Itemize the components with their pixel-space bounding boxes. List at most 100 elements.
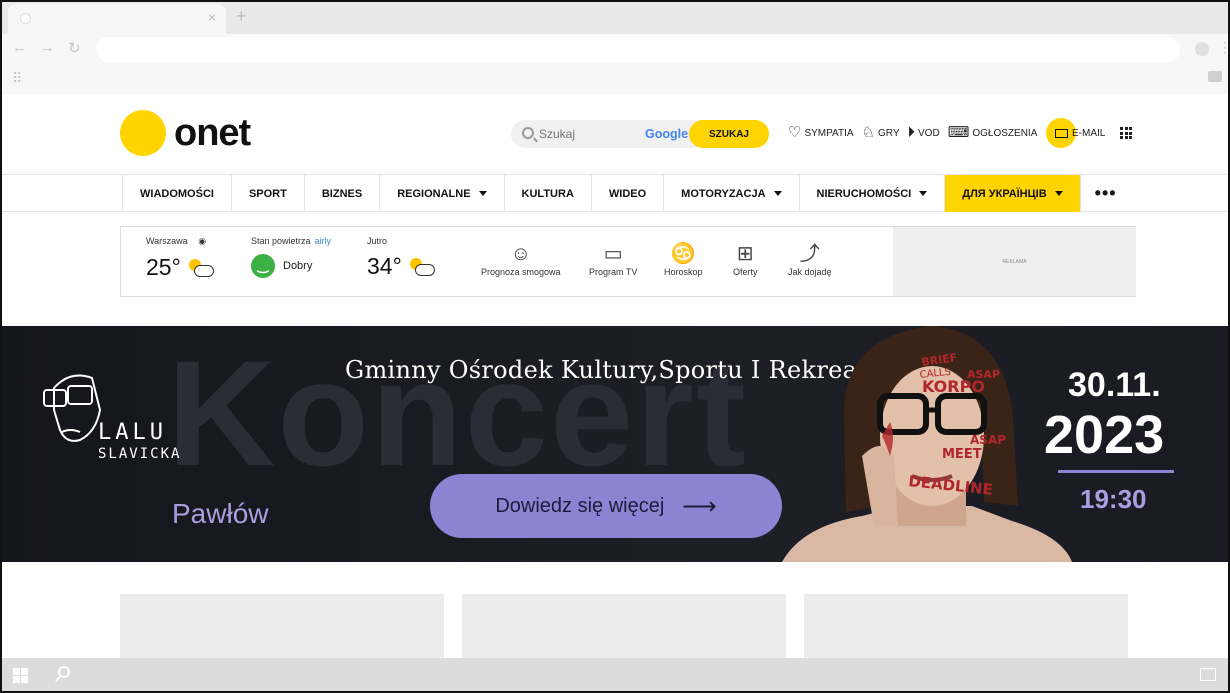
temp-tomorrow: 34° [367, 253, 402, 279]
face-word: MEET [942, 447, 982, 462]
tool-oferty[interactable]: ⊞ Oferty [733, 241, 758, 277]
search-button[interactable]: SZUKAJ [689, 120, 769, 148]
link-ogloszenia[interactable]: ⌨ OGŁOSZENIA [947, 124, 1038, 141]
email-link[interactable]: E-MAIL [1046, 118, 1105, 148]
tool-horoskop[interactable]: ♋ Horoskop [664, 241, 703, 277]
nav-nieruchomosci[interactable]: NIERUCHOMOŚCI [798, 175, 945, 212]
artist-name: LALU [98, 420, 167, 445]
reload-icon[interactable]: ↻ [68, 39, 81, 57]
more-dots-icon[interactable]: ••• [1079, 175, 1131, 212]
nav-biznes[interactable]: BIZNES [303, 175, 379, 212]
browser-tab[interactable]: × [8, 4, 226, 34]
link-gry[interactable]: ♘ GRY [861, 124, 900, 141]
header-links: ♡ SYMPATIA ♘ GRY ⏵ VOD ⌨ OGŁOSZENIA [788, 124, 1045, 141]
windows-start-icon[interactable] [13, 668, 28, 683]
bookmarks-bar: ⠿ [2, 64, 1228, 94]
chevron-down-icon [773, 191, 782, 196]
weather-widget: Warszawa ◉ 25° Stan powietrza airly ‿ Dobr… [120, 226, 1136, 297]
tv-icon: ▭ [603, 243, 623, 265]
chevron-down-icon [919, 191, 928, 196]
apps-menu-icon[interactable] [1120, 127, 1132, 139]
chess-knight-icon: ♘ [861, 124, 875, 141]
nav-motoryzacja[interactable]: MOTORYZACJA [663, 175, 798, 212]
ad-slot[interactable]: REKLAMA [893, 227, 1136, 296]
date-divider [1058, 470, 1174, 473]
os-taskbar [2, 658, 1228, 691]
air-quality[interactable]: Stan powietrza airly ‿ Dobry [251, 227, 331, 278]
heart-icon: ♡ [788, 124, 802, 141]
nav-sport[interactable]: SPORT [230, 175, 304, 212]
event-city: Pawłów [172, 498, 269, 529]
forward-arrow-icon[interactable]: → [40, 39, 55, 56]
browser-tab-bar: × + [2, 2, 1228, 34]
route-icon: ⤴ [799, 243, 820, 265]
partly-cloudy-icon [406, 256, 436, 278]
google-logo: Google [645, 127, 689, 141]
notification-icon[interactable] [1200, 668, 1216, 681]
search-icon [522, 127, 534, 139]
search-input[interactable] [539, 125, 639, 143]
address-bar[interactable] [96, 37, 1180, 62]
logo-text: onet [174, 111, 251, 154]
temp-now: 25° [146, 254, 181, 280]
tool-prognoza-smogowa[interactable]: ☺ Prognoza smogowa [481, 241, 561, 277]
location-icon: ◉ [198, 236, 207, 246]
apps-grid-icon[interactable]: ⠿ [12, 70, 22, 87]
event-date-day: 30.11. [1068, 366, 1161, 404]
onet-page: onet Google SZUKAJ ♡SYMPATIA ♘GRY ⏵VOD ⌨… [2, 94, 1228, 664]
logo-dot-icon [120, 110, 166, 156]
link-sympatia[interactable]: ♡ SYMPATIA [788, 124, 854, 141]
back-arrow-icon[interactable]: ← [12, 39, 27, 56]
keyboard-icon: ⌨ [947, 124, 970, 141]
screen: × + ← → ↻ ⋮ ⠿ onet Google SZUKAJ ♡SYMPAT… [0, 0, 1230, 693]
main-navigation: WIADOMOŚCI SPORT BIZNES REGIONALNE KULTU… [2, 174, 1228, 212]
tab-favicon [20, 13, 31, 24]
nav-wideo[interactable]: WIDEO [590, 175, 663, 212]
play-icon: ⏵ [907, 124, 916, 141]
content-cards [120, 594, 1128, 664]
artist-surname: SLAVICKA [98, 446, 182, 462]
chevron-down-icon [478, 191, 487, 196]
chevron-down-icon [1054, 191, 1063, 196]
partly-cloudy-icon [185, 257, 215, 279]
taskbar-search-icon[interactable] [58, 666, 70, 678]
nav-kultura[interactable]: KULTURA [503, 175, 591, 212]
learn-more-button[interactable]: Dowiedz się więcej ⟶ [430, 474, 782, 538]
event-date-year: 2023 [1044, 405, 1165, 465]
weather-city: Warszawa [146, 236, 188, 246]
air-quality-label: Stan powietrza [251, 236, 311, 246]
mask-icon: ☺ [510, 243, 531, 265]
tool-jak-dojade[interactable]: ⤴ Jak dojadę [788, 241, 832, 277]
air-quality-status: Dobry [283, 260, 313, 272]
browser-menu-icon[interactable]: ⋮ [1218, 39, 1228, 56]
link-vod[interactable]: ⏵ VOD [907, 124, 940, 141]
airly-logo: airly [314, 236, 332, 246]
weather-now[interactable]: Warszawa ◉ 25° [146, 227, 215, 281]
event-time: 19:30 [1080, 484, 1147, 514]
weather-tomorrow[interactable]: Jutro 34° [367, 227, 436, 280]
arrow-right-icon: ⟶ [682, 492, 717, 520]
profile-icon[interactable] [1195, 42, 1209, 56]
gift-icon: ⊞ [736, 243, 754, 265]
concert-banner[interactable]: Koncert Gminny Ośrodek Kultury,Sportu I … [2, 326, 1228, 562]
content-card-placeholder[interactable] [120, 594, 444, 664]
nav-regionalne[interactable]: REGIONALNE [379, 175, 503, 212]
content-card-placeholder[interactable] [804, 594, 1128, 664]
browser-toolbar: ← → ↻ ⋮ [2, 34, 1228, 64]
smile-icon: ‿ [251, 254, 275, 278]
onet-logo[interactable]: onet [120, 110, 251, 156]
ad-label: REKLAMA [1002, 258, 1027, 265]
search-box: Google SZUKAJ [511, 120, 769, 148]
close-tab-icon[interactable]: × [208, 9, 216, 25]
artist-portrait: BRIEF CALLS ASAP KORPO MEET DEADLINE ASA… [782, 326, 1072, 562]
nav-wiadomosci[interactable]: WIADOMOŚCI [122, 175, 231, 212]
face-word: ASAP [970, 433, 1006, 447]
tomorrow-label: Jutro [367, 236, 388, 246]
content-card-placeholder[interactable] [462, 594, 786, 664]
cancer-zodiac-icon: ♋ [670, 243, 696, 265]
folder-icon[interactable] [1208, 71, 1222, 82]
face-word: KORPO [922, 377, 985, 396]
new-tab-icon[interactable]: + [236, 6, 247, 27]
tool-program-tv[interactable]: ▭ Program TV [589, 241, 637, 277]
nav-dla-ukraincow[interactable]: ДЛЯ УКРАЇНЦІВ [944, 175, 1080, 212]
